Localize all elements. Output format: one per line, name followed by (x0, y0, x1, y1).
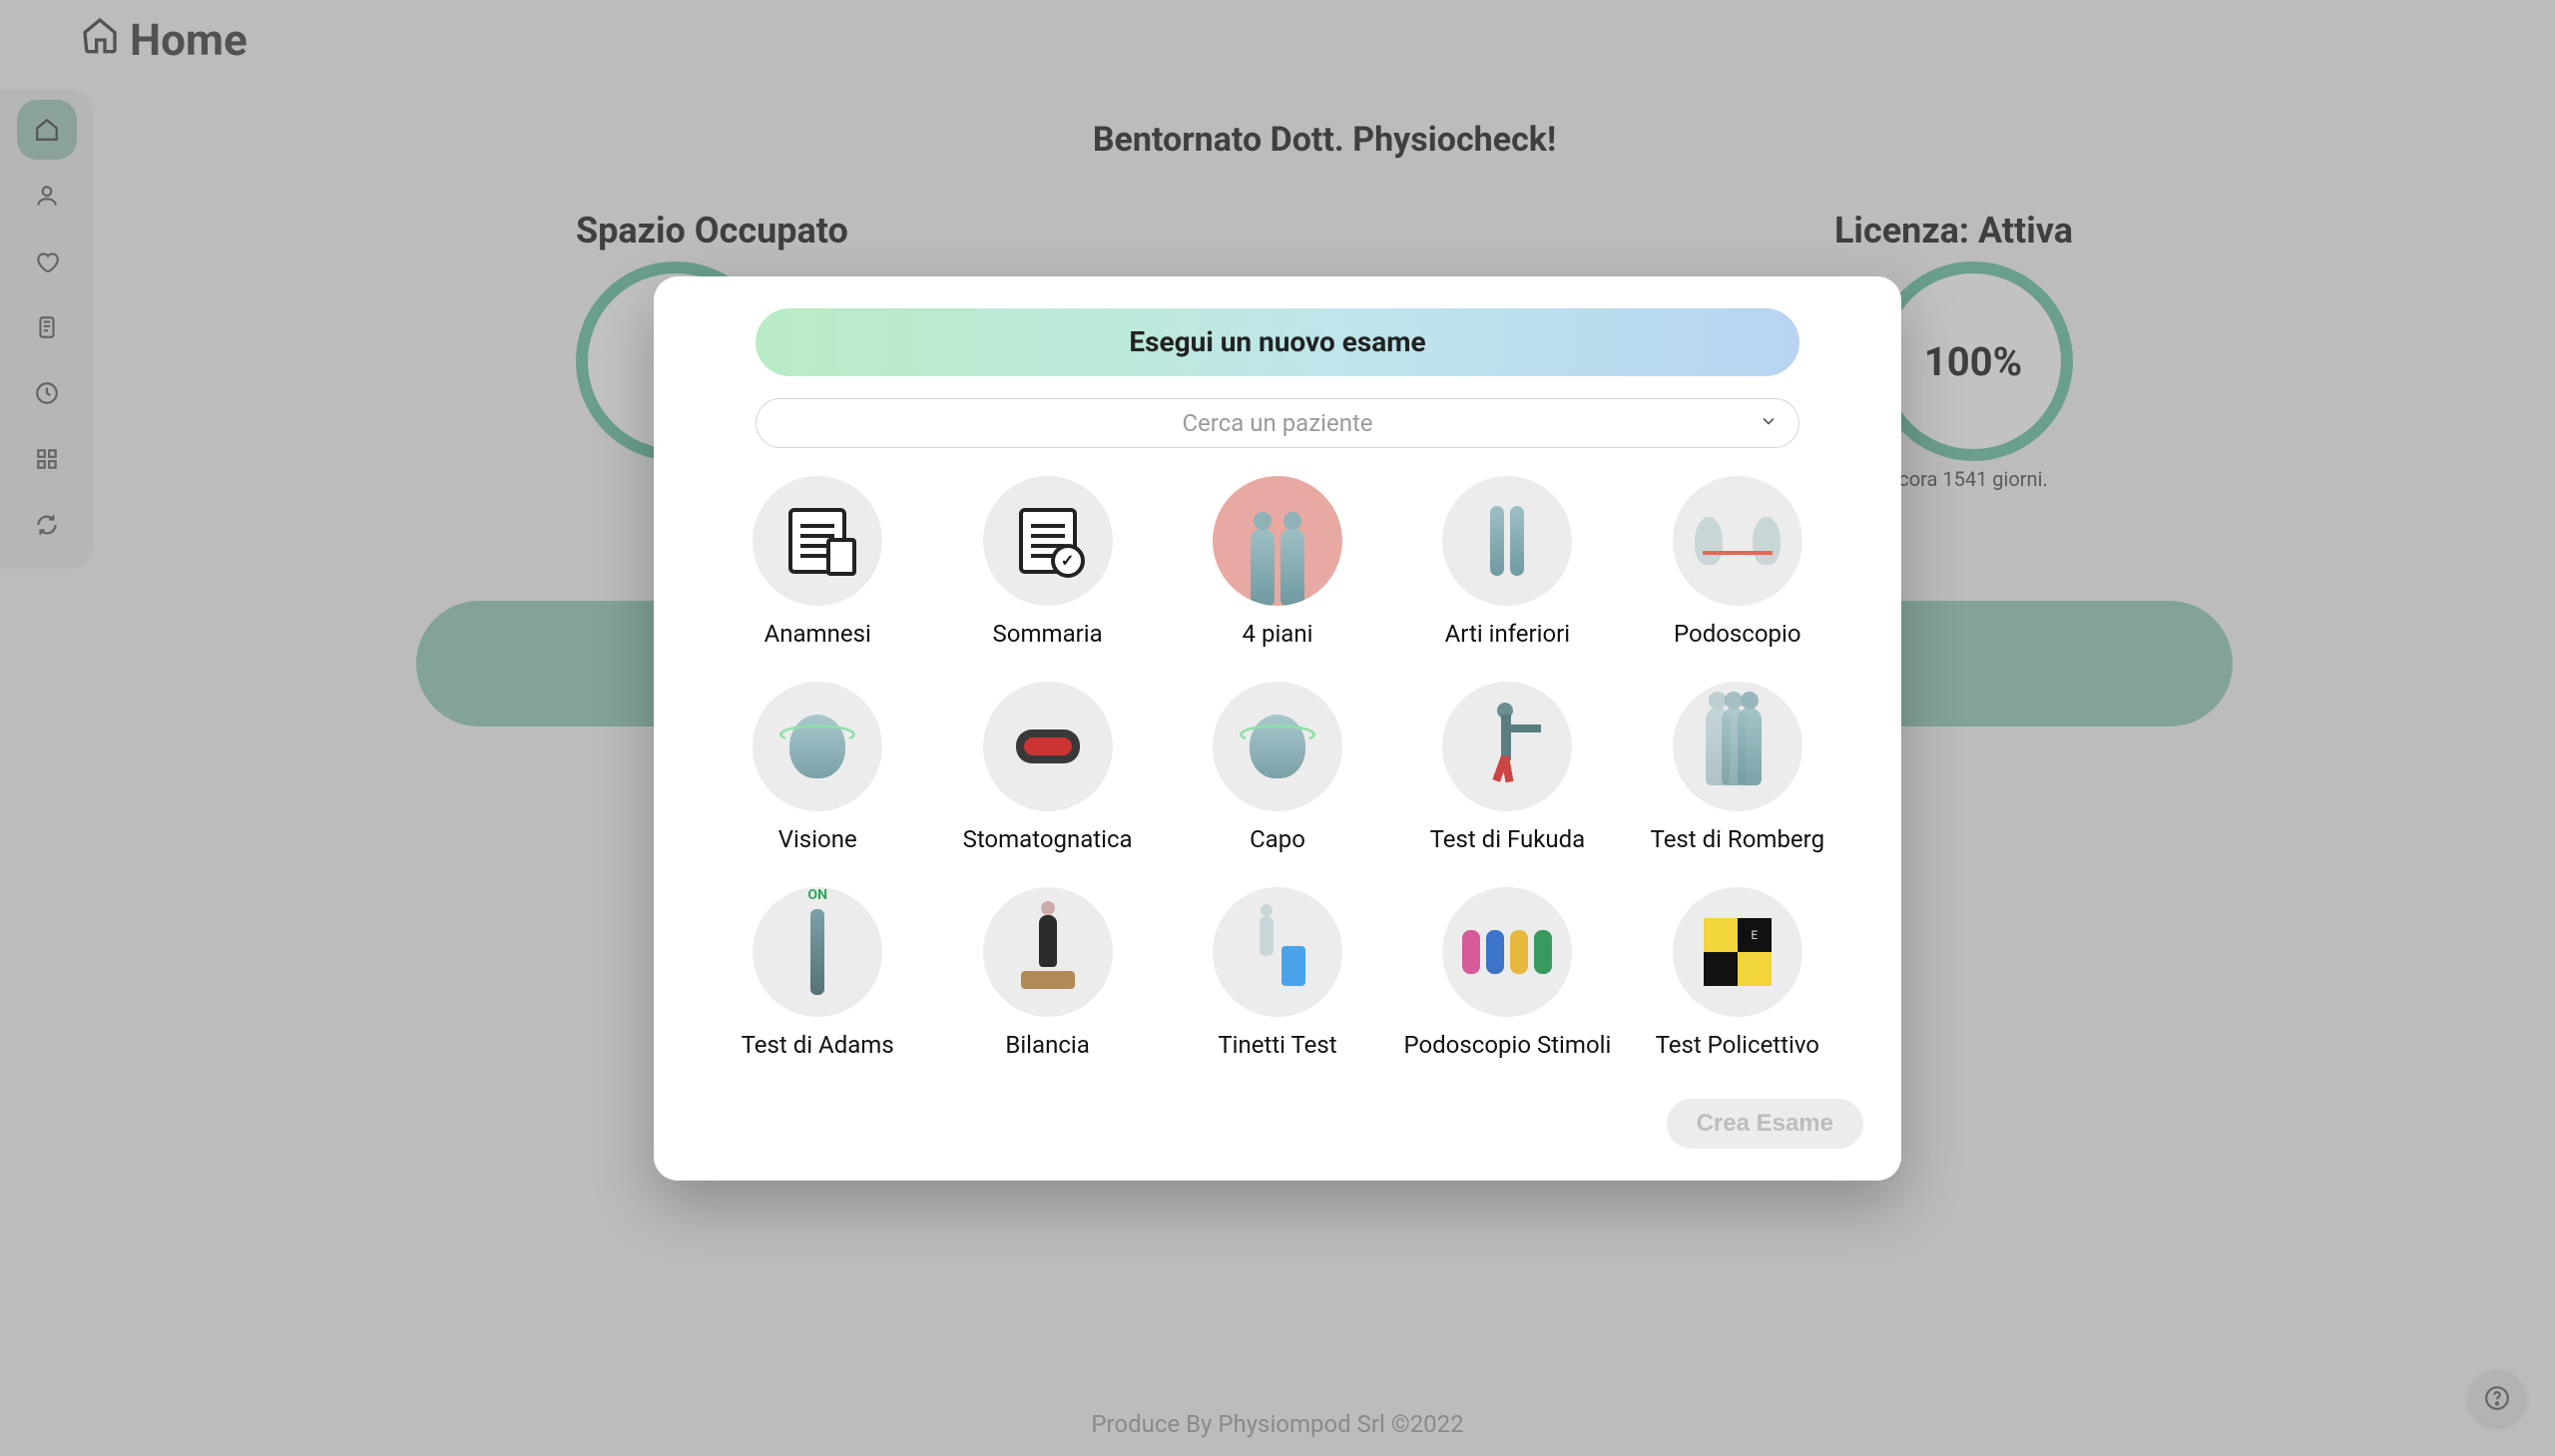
exam-label-arti: Arti inferiori (1445, 620, 1571, 648)
exam-label-policet: Test Policettivo (1656, 1031, 1819, 1059)
exam-card-romberg[interactable]: Test di Romberg (1628, 682, 1847, 853)
exam-card-podostim[interactable]: Podoscopio Stimoli (1397, 887, 1617, 1059)
exam-icon-arti (1442, 476, 1572, 606)
exam-label-4piani: 4 piani (1243, 620, 1313, 648)
exam-label-romberg: Test di Romberg (1651, 825, 1825, 853)
exam-label-tinetti: Tinetti Test (1218, 1031, 1336, 1059)
modal-overlay[interactable]: Esegui un nuovo esame Cerca un paziente … (0, 0, 2555, 1456)
modal-title: Esegui un nuovo esame (756, 308, 1799, 376)
exam-card-sommaria[interactable]: Sommaria (937, 476, 1157, 648)
exam-label-sommaria: Sommaria (993, 620, 1103, 648)
exam-icon-capo (1213, 682, 1342, 811)
exam-card-anamnesi[interactable]: Anamnesi (708, 476, 927, 648)
exam-card-adams[interactable]: Test di Adams (708, 887, 927, 1059)
exam-card-capo[interactable]: Capo (1168, 682, 1387, 853)
exam-label-bilancia: Bilancia (1005, 1031, 1089, 1059)
exam-icon-visione (753, 682, 882, 811)
exam-icon-stoma (983, 682, 1113, 811)
exam-label-fukuda: Test di Fukuda (1430, 825, 1586, 853)
exam-card-stoma[interactable]: Stomatognatica (937, 682, 1157, 853)
exam-icon-tinetti (1213, 887, 1342, 1017)
exam-icon-podoscopio (1673, 476, 1802, 606)
exam-card-podoscopio[interactable]: Podoscopio (1628, 476, 1847, 648)
exam-label-capo: Capo (1250, 825, 1305, 853)
exam-label-podostim: Podoscopio Stimoli (1403, 1031, 1611, 1059)
exam-card-fukuda[interactable]: Test di Fukuda (1397, 682, 1617, 853)
exam-icon-fukuda (1442, 682, 1572, 811)
exam-icon-anamnesi (753, 476, 882, 606)
new-exam-modal: Esegui un nuovo esame Cerca un paziente … (654, 276, 1901, 1181)
exam-label-anamnesi: Anamnesi (765, 620, 871, 648)
exam-icon-sommaria (983, 476, 1113, 606)
exam-label-adams: Test di Adams (742, 1031, 894, 1059)
exam-card-4piani[interactable]: 4 piani (1168, 476, 1387, 648)
exam-icon-bilancia (983, 887, 1113, 1017)
exam-label-podoscopio: Podoscopio (1674, 620, 1801, 648)
exam-card-policet[interactable]: E Test Policettivo (1628, 887, 1847, 1059)
patient-search-placeholder: Cerca un paziente (1182, 409, 1372, 437)
exam-icon-policet: E (1673, 887, 1802, 1017)
exam-card-arti[interactable]: Arti inferiori (1397, 476, 1617, 648)
modal-footer: Crea Esame (692, 1099, 1863, 1149)
create-exam-button[interactable]: Crea Esame (1667, 1099, 1863, 1149)
exam-card-tinetti[interactable]: Tinetti Test (1168, 887, 1387, 1059)
exam-icon-podostim (1442, 887, 1572, 1017)
chevron-down-icon (1759, 409, 1779, 437)
exam-icon-adams (753, 887, 882, 1017)
patient-search-select[interactable]: Cerca un paziente (756, 398, 1799, 448)
exam-label-visione: Visione (778, 825, 857, 853)
exam-card-bilancia[interactable]: Bilancia (937, 887, 1157, 1059)
exam-card-visione[interactable]: Visione (708, 682, 927, 853)
exam-grid: Anamnesi Sommaria 4 piani Arti inferiori Pod… (692, 476, 1863, 1059)
exam-icon-4piani (1213, 476, 1342, 606)
exam-icon-romberg (1673, 682, 1802, 811)
exam-label-stoma: Stomatognatica (963, 825, 1133, 853)
